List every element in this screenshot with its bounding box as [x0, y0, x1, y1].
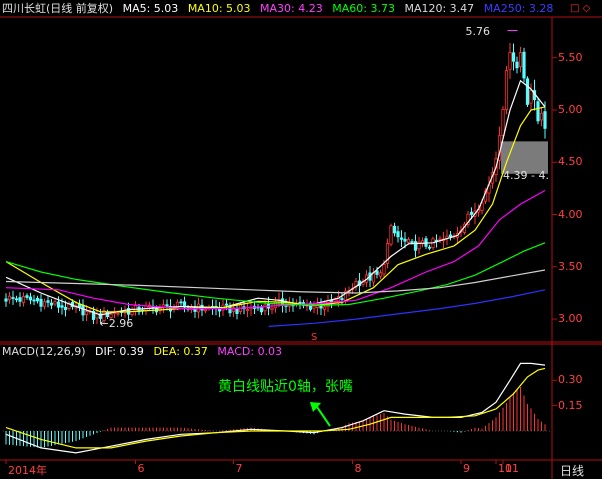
signal-marker: S [311, 332, 318, 343]
candle-body [375, 270, 379, 275]
price-tick-label-0: 3.00 [558, 312, 583, 326]
price-tick-label-2: 4.00 [558, 207, 583, 221]
candle-body [399, 237, 404, 240]
candle-body [25, 295, 29, 298]
candle-body [406, 239, 411, 243]
candle-body [427, 246, 432, 249]
macd-tick-label-0: 0.15 [558, 398, 583, 412]
candle-body [14, 298, 19, 301]
candle-body [378, 272, 383, 277]
candle-body [28, 296, 33, 301]
stock-chart: { "header": { "title": "四川长虹(日线 前复权)", "… [0, 0, 602, 479]
candle-body [525, 78, 530, 105]
chart-canvas [0, 16, 602, 479]
macd-tick-label-1: 0.30 [558, 373, 583, 387]
x-tick-label-4: 9 [463, 462, 470, 475]
candle-body [7, 295, 12, 301]
candle-body [536, 101, 540, 122]
candle-body [501, 109, 505, 136]
candle-body [403, 238, 407, 242]
candle-body [32, 299, 36, 302]
candle-body [46, 300, 50, 303]
candle-body [263, 304, 267, 312]
candle-body [273, 301, 278, 309]
candle-body [81, 304, 85, 316]
candle-body [539, 112, 544, 121]
annotation-arrow [314, 403, 331, 427]
candle-body [333, 299, 337, 302]
low-value-label: ←2.96 [99, 317, 134, 331]
candle-body [165, 304, 169, 307]
x-tick-label-3: 8 [354, 462, 362, 475]
candle-body [522, 51, 526, 79]
candle-body [235, 308, 239, 314]
candle-body [396, 231, 400, 238]
candle-body [270, 307, 274, 311]
dif-line [5, 362, 546, 454]
candle-body [469, 211, 474, 215]
x-tick-label-2: 7 [235, 462, 243, 475]
candle-body [21, 296, 26, 303]
candle-body [39, 298, 43, 307]
high-value-label: 5.76 [465, 24, 491, 38]
candle-body [245, 309, 250, 311]
candle-body [389, 225, 393, 245]
range-label: 4.39 - 4. [503, 168, 549, 182]
candle-body [133, 305, 138, 312]
candle-body [56, 301, 61, 308]
candle-body [203, 309, 208, 312]
candle-body [35, 297, 40, 302]
candle-body [42, 301, 47, 307]
price-tick-label-5: 5.50 [558, 50, 583, 64]
ma5-line [5, 79, 546, 316]
candle-body [504, 70, 509, 110]
candle-body [18, 297, 22, 302]
candle-body [312, 305, 316, 309]
candle-body [179, 301, 183, 304]
candle-body [116, 312, 120, 315]
candle-body [259, 307, 264, 313]
candle-body [340, 298, 344, 300]
candle-body [84, 311, 89, 315]
candle-body [298, 301, 302, 304]
candle-body [228, 305, 232, 314]
x-tick-label-1: 6 [137, 462, 145, 475]
candle-body [60, 305, 64, 308]
candle-body [329, 300, 334, 303]
candle-body [529, 90, 533, 104]
candle-body [4, 298, 8, 302]
candle-body [448, 234, 453, 238]
x-tick-label-6: 11 [505, 462, 519, 475]
x-tick-label-0: 2014年 [8, 464, 47, 477]
candle-body [518, 52, 523, 68]
candle-body [322, 306, 327, 310]
candle-body [410, 241, 414, 243]
candle-body [508, 52, 512, 70]
candle-body [413, 241, 418, 251]
candle-body [11, 297, 15, 299]
price-tick-label-4: 5.00 [558, 103, 583, 116]
candle-body [511, 52, 516, 62]
price-tick-label-1: 3.50 [558, 259, 583, 273]
candle-body [515, 61, 519, 69]
candle-body [392, 225, 397, 234]
candle-body [53, 301, 57, 305]
candle-body [63, 307, 68, 311]
candle-body [543, 111, 547, 129]
candle-body [382, 264, 386, 275]
candle-body [49, 302, 54, 306]
price-tick-label-3: 4.50 [558, 155, 583, 169]
candle-body [105, 311, 110, 318]
candle-body [224, 303, 229, 306]
